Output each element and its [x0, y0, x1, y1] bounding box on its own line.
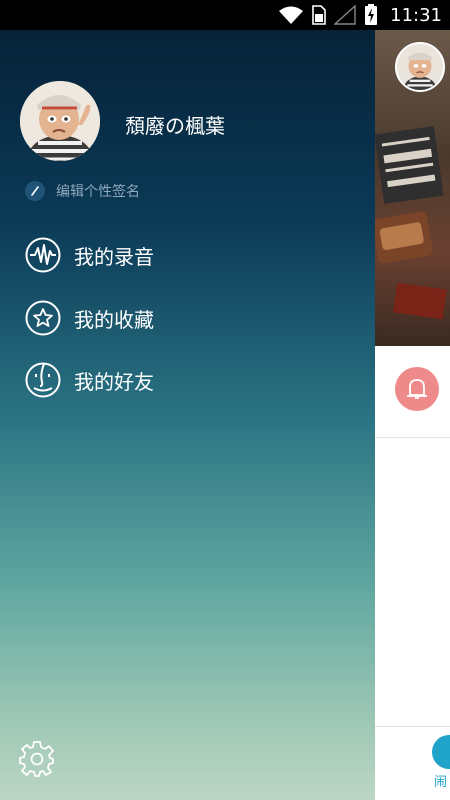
- status-icons: 11:31: [278, 4, 442, 26]
- star-icon: [25, 300, 61, 336]
- header-image-block: [393, 282, 447, 320]
- alarm-tab-label[interactable]: 闹: [434, 771, 447, 790]
- menu-item-label: 我的收藏: [74, 307, 154, 332]
- avatar-icon: [397, 44, 443, 90]
- bell-icon: [407, 379, 427, 399]
- status-bar: 11:31: [0, 0, 450, 30]
- signal-icon: [334, 5, 356, 25]
- alarm-button[interactable]: [395, 367, 439, 411]
- menu-item-label: 我的录音: [74, 244, 154, 269]
- status-time: 11:31: [390, 4, 442, 26]
- edit-signature[interactable]: 编辑个性签名: [25, 180, 140, 202]
- header-avatar[interactable]: [395, 42, 445, 92]
- username[interactable]: 頹廢の楓葉: [125, 110, 225, 139]
- edit-signature-label: 编辑个性签名: [56, 184, 140, 200]
- bottom-tab-bar: 闹: [375, 726, 450, 800]
- waveform-icon: [25, 237, 61, 273]
- friend-face-icon: [25, 362, 61, 398]
- main-content: 闹: [375, 30, 450, 800]
- sim-card-icon: [312, 5, 326, 25]
- profile-avatar[interactable]: [20, 81, 100, 161]
- menu-item-favorites[interactable]: 我的收藏: [25, 300, 154, 336]
- pencil-icon: [25, 181, 45, 201]
- menu-item-recordings[interactable]: 我的录音: [25, 237, 154, 273]
- alarm-tab-icon[interactable]: [432, 735, 450, 769]
- header-image-stamp: [375, 210, 434, 265]
- battery-charging-icon: [365, 4, 378, 25]
- avatar-icon: [20, 81, 100, 161]
- navigation-drawer: 頹廢の楓葉 编辑个性签名 我的录音 我的收藏 我的好友: [0, 30, 375, 800]
- menu-item-friends[interactable]: 我的好友: [25, 362, 154, 398]
- content-divider: [375, 437, 450, 438]
- header-image-sign: [375, 126, 444, 204]
- menu-item-label: 我的好友: [74, 369, 154, 394]
- settings-button[interactable]: [18, 740, 56, 778]
- wifi-icon: [279, 6, 304, 24]
- gear-icon: [19, 741, 54, 777]
- screen: 11:31 闹 頹廢の楓葉 编辑个性签名 我的录音 我的收藏 我的好友: [0, 0, 450, 800]
